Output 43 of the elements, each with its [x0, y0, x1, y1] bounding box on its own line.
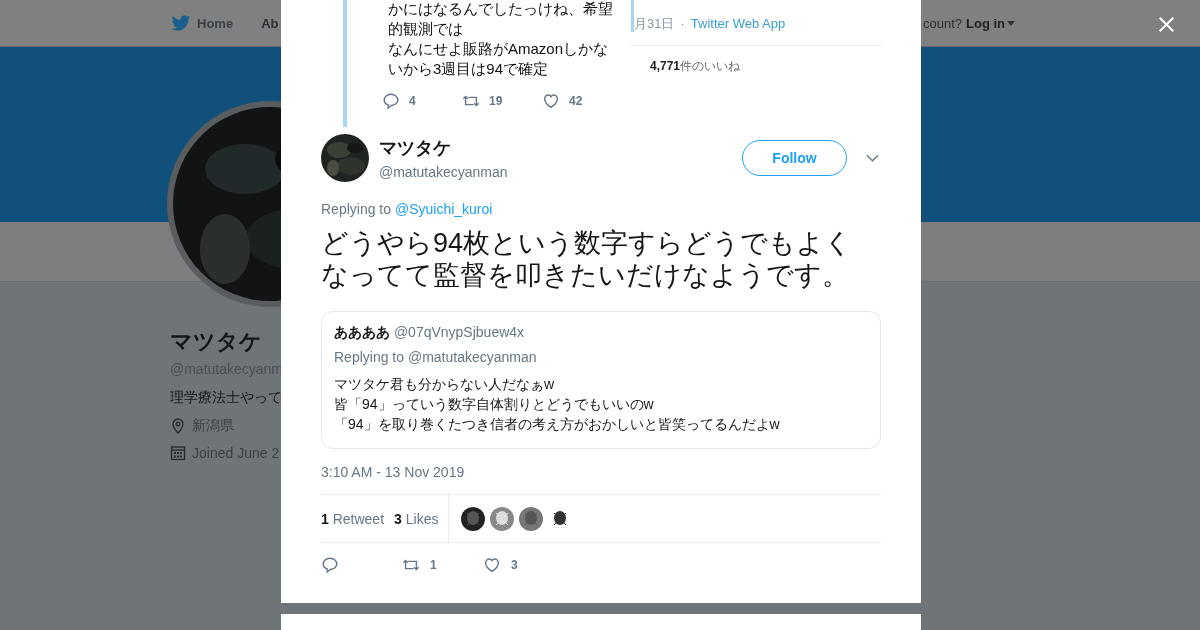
quoted-tweet-card[interactable]: ああああ @07qVnypSjbuew4x Replying to @matutakecyanman マツタケ君も分からない人だなぁw 皆「94」っていう数字自体割りとどうでもいいのw 「94」を取り巻くたつき信者の考え方がおかしいと皆笑ってるんだよw — [321, 311, 881, 449]
screenshot-text-line: かにはなるんでしたっけね、希望 — [388, 0, 614, 19]
quoted-replying-label: Replying to @matutakecyanman — [334, 349, 538, 365]
quoted-text-line: 「94」を取り巻くたつき信者の考え方がおかしいと皆笑ってるんだよw — [334, 415, 781, 434]
screenshot-likes: 4,771件のいいね — [650, 58, 742, 75]
tweet-text: どうやら94枚という数字すらどうでもよくなってて監督を叩きたいだけなようです。 — [321, 227, 854, 291]
profile-name: マツタケ — [170, 328, 262, 356]
heart-icon[interactable] — [542, 92, 560, 110]
replying-label: Replying to — [321, 201, 392, 217]
login-link[interactable]: Log in — [966, 15, 1015, 31]
chevron-down-icon[interactable] — [866, 154, 879, 162]
caret-icon — [1007, 20, 1015, 26]
screenshot-text-line: いから3週目は94で確定 — [388, 59, 550, 79]
action-count: 42 — [569, 94, 583, 108]
screenshot-text-line: 的観測では — [388, 19, 464, 39]
login-prompt: count? — [922, 15, 962, 31]
heart-icon[interactable] — [483, 556, 501, 574]
quoted-author-handle: @07qVnypSjbuew4x — [393, 324, 525, 340]
stat-count[interactable]: 1 Retweet — [321, 510, 385, 527]
reply-icon[interactable] — [321, 556, 339, 574]
separator-dot: · — [680, 16, 685, 31]
quoted-author-name: ああああ — [334, 324, 390, 340]
quoted-text-line: マツタケ君も分からない人だなぁw — [334, 375, 556, 394]
close-icon[interactable] — [1158, 16, 1175, 33]
location-icon — [170, 418, 186, 434]
action-count: 4 — [409, 94, 416, 108]
quoted-text-line: 皆「94」っていう数字自体割りとどうでもいいのw — [334, 395, 655, 414]
screenshot-date: 月31日 — [634, 14, 675, 33]
home-link[interactable]: Home — [197, 15, 234, 31]
profile-bio: 理学療法士やって — [170, 389, 282, 407]
action-count: 3 — [511, 558, 518, 572]
mention-link[interactable]: @Syuichi_kuroi — [394, 201, 493, 217]
follow-button[interactable]: Follow — [742, 140, 847, 176]
action-count: 1 — [430, 558, 437, 572]
about-link[interactable]: Ab — [261, 15, 279, 31]
action-count: 19 — [489, 94, 503, 108]
stat-count[interactable]: 3 Likes — [394, 510, 439, 527]
screenshot-text-line: なんにせよ販路がAmazonしかな — [388, 39, 610, 59]
author-name[interactable]: マツタケ — [379, 136, 742, 160]
reply-icon[interactable] — [382, 92, 400, 110]
calendar-icon — [170, 445, 186, 461]
tweet-timestamp: 3:10 AM - 13 Nov 2019 — [321, 463, 466, 481]
author-handle[interactable]: @matutakecyanman — [379, 164, 742, 180]
